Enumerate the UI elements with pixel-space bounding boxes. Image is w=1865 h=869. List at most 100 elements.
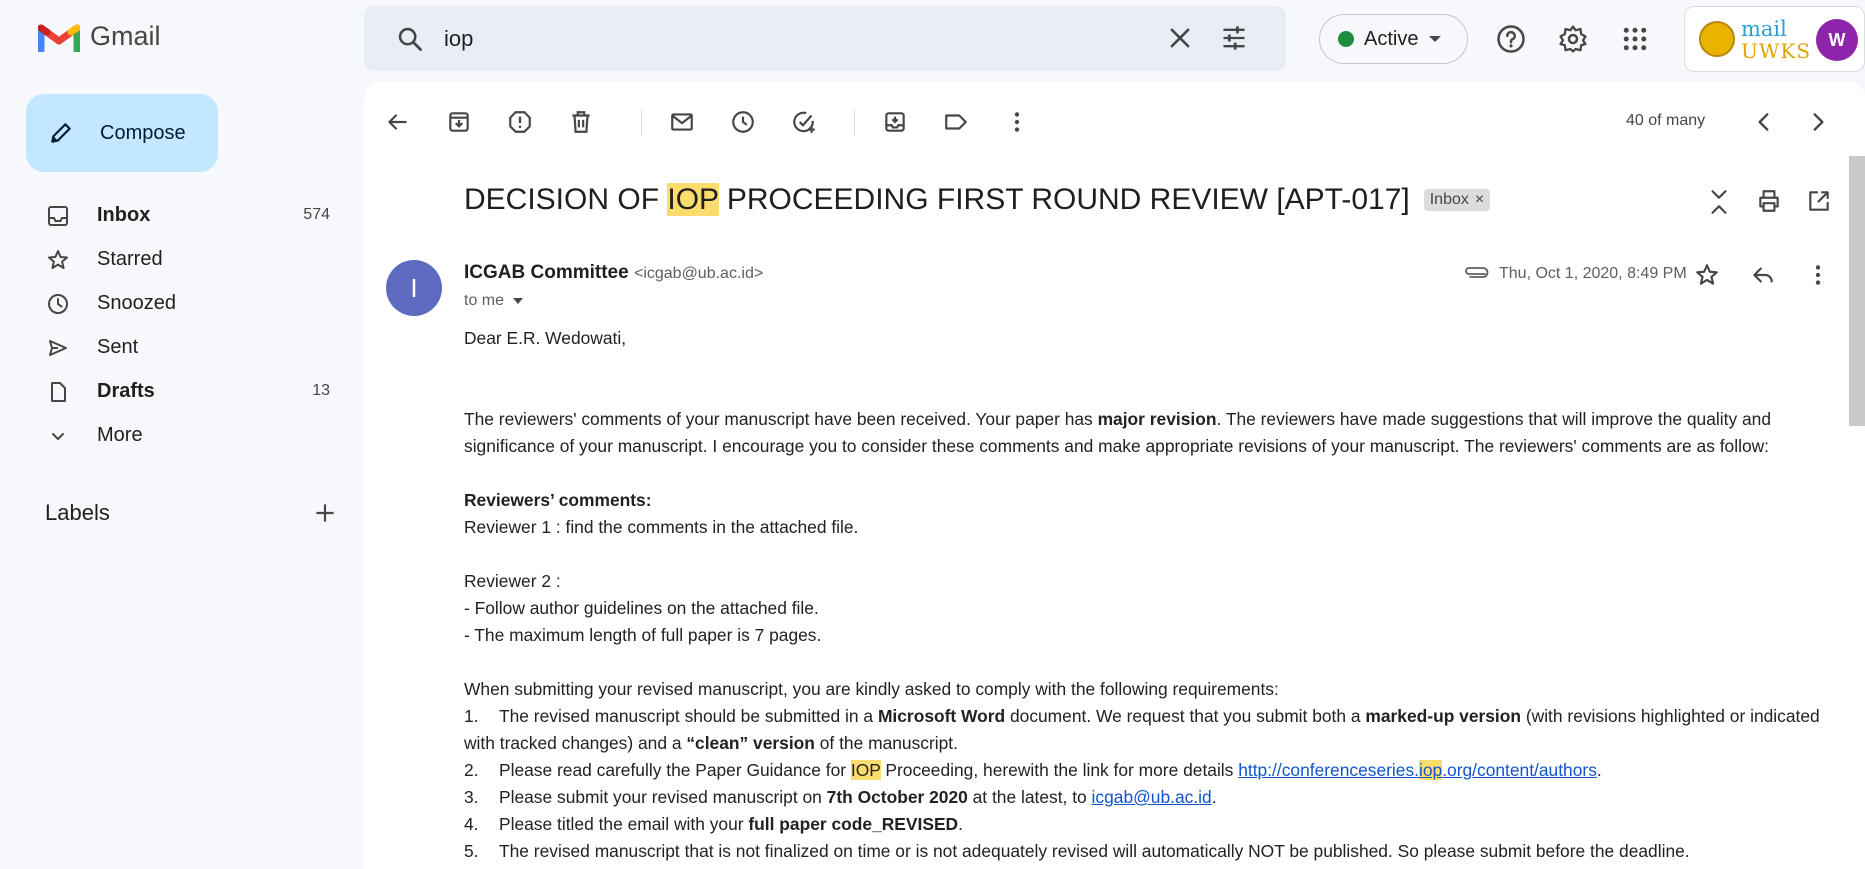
- search-options-icon[interactable]: [1220, 24, 1248, 52]
- unread-count: 574: [303, 206, 330, 223]
- more-vert-icon[interactable]: [1004, 109, 1030, 135]
- text: .: [1211, 787, 1217, 807]
- text: .: [1596, 760, 1602, 780]
- reviewer-1-comment: Reviewer 1 : find the comments in the at…: [464, 517, 859, 537]
- link-text: .org/content/authors: [1442, 760, 1597, 780]
- reviewer-2-point: - Follow author guidelines on the attach…: [464, 598, 819, 618]
- requirement-item: 5. The revised manuscript that is not fin…: [464, 838, 1844, 865]
- help-icon[interactable]: [1496, 24, 1526, 54]
- sender-name[interactable]: ICGAB Committee: [464, 262, 629, 283]
- delete-icon[interactable]: [568, 109, 594, 135]
- paragraph-1: The reviewers' comments of your manuscri…: [464, 406, 1844, 460]
- text: document. We request that you submit bot…: [1005, 706, 1366, 726]
- labels-heading: Labels: [45, 500, 110, 525]
- label-icon[interactable]: [943, 109, 969, 135]
- text: The revised manuscript should be submitt…: [499, 706, 878, 726]
- search-input[interactable]: iop: [444, 26, 473, 52]
- app-name: Gmail: [90, 20, 161, 51]
- apps-grid-icon[interactable]: [1620, 24, 1650, 54]
- open-new-window-icon[interactable]: [1806, 188, 1832, 214]
- attachment-icon: [1465, 267, 1489, 278]
- status-selector[interactable]: Active: [1319, 14, 1468, 64]
- compose-button[interactable]: Compose: [26, 94, 218, 172]
- subject-highlight: IOP: [667, 183, 719, 216]
- sidebar-item-sent[interactable]: Sent: [10, 326, 340, 370]
- brand-line-1: mail: [1741, 17, 1787, 41]
- label-chip-text: Inbox: [1429, 191, 1469, 208]
- sidebar-item-inbox[interactable]: Inbox 574: [10, 194, 340, 238]
- email-meta: Thu, Oct 1, 2020, 8:49 PM: [1463, 265, 1687, 283]
- sidebar-item-drafts[interactable]: Drafts 13: [10, 370, 340, 414]
- greeting: Dear E.R. Wedowati,: [464, 328, 627, 348]
- collapse-all-icon[interactable]: [1706, 188, 1732, 216]
- sidebar-item-starred[interactable]: Starred: [10, 238, 340, 282]
- seal-icon: [1699, 21, 1735, 57]
- bold-text: “clean” version: [686, 733, 815, 753]
- add-label-icon[interactable]: [312, 500, 338, 526]
- sender-address: <icgab@ub.ac.id>: [633, 265, 764, 282]
- settings-icon[interactable]: [1558, 24, 1588, 54]
- search-bar[interactable]: iop: [364, 6, 1286, 71]
- requirement-item: 4. Please titled the email with your full…: [464, 811, 1844, 838]
- chevron-down-icon: [52, 433, 64, 440]
- chevron-right-icon[interactable]: [1805, 109, 1831, 135]
- subject-text: DECISION OF: [464, 183, 668, 216]
- sidebar-item-snoozed[interactable]: Snoozed: [10, 282, 340, 326]
- scrollbar-thumb[interactable]: [1849, 156, 1865, 426]
- gmail-window: Gmail iop Active mail UWKS W Compose Inb…: [10, 6, 1865, 869]
- guidance-link[interactable]: http://conferenceseries.iop.org/content/…: [1238, 760, 1597, 780]
- email-date: Thu, Oct 1, 2020, 8:49 PM: [1499, 265, 1687, 282]
- snooze-icon[interactable]: [730, 109, 756, 135]
- more-vert-icon[interactable]: [1805, 262, 1831, 288]
- pencil-icon: [51, 123, 71, 143]
- move-to-icon[interactable]: [882, 109, 908, 135]
- item-number: 4.: [464, 814, 479, 834]
- star-icon[interactable]: [1694, 262, 1720, 288]
- bold-text: 7th October 2020: [826, 787, 968, 807]
- mark-unread-icon[interactable]: [669, 109, 695, 135]
- remove-label-icon[interactable]: ×: [1475, 191, 1484, 209]
- add-task-icon[interactable]: [791, 109, 817, 135]
- sidebar-item-label: Starred: [97, 248, 163, 270]
- email-body: Dear E.R. Wedowati, The reviewers' comme…: [464, 325, 1844, 865]
- report-spam-icon[interactable]: [507, 109, 533, 135]
- reviewer-2-point: - The maximum length of full paper is 7 …: [464, 625, 822, 645]
- gmail-logo[interactable]: Gmail: [38, 20, 161, 52]
- recipient-line[interactable]: to me: [464, 292, 524, 310]
- requirement-item: 2. Please read carefully the Paper Guidan…: [464, 757, 1844, 784]
- item-number: 5.: [464, 841, 479, 861]
- compose-label: Compose: [100, 121, 186, 144]
- close-icon[interactable]: [1166, 24, 1194, 52]
- toolbar-divider: [641, 110, 642, 136]
- text: .: [958, 814, 963, 834]
- sidebar-item-more[interactable]: More: [10, 414, 340, 458]
- item-number: 2.: [464, 760, 479, 780]
- requirement-item: 3. Please submit your revised manuscript …: [464, 784, 1844, 811]
- text: Please submit your revised manuscript on: [499, 787, 827, 807]
- email-link[interactable]: icgab@ub.ac.id: [1092, 787, 1212, 807]
- subject-text: PROCEEDING FIRST ROUND REVIEW [APT-017]: [718, 183, 1410, 216]
- search-icon[interactable]: [396, 25, 424, 53]
- recipient-text: to me: [464, 292, 505, 309]
- search-highlight: IOP: [850, 760, 881, 780]
- text: of the manuscript.: [814, 733, 958, 753]
- archive-icon[interactable]: [446, 109, 472, 135]
- reply-icon[interactable]: [1750, 262, 1776, 288]
- bold-text: Reviewers’ comments:: [464, 490, 652, 510]
- print-icon[interactable]: [1756, 188, 1782, 214]
- bold-text: Microsoft Word: [877, 706, 1006, 726]
- sender-avatar[interactable]: I: [386, 260, 442, 316]
- label-chip-inbox[interactable]: Inbox ×: [1423, 189, 1491, 211]
- reviewer-2-heading: Reviewer 2 :: [464, 571, 561, 591]
- chevron-left-icon[interactable]: [1751, 109, 1777, 135]
- back-arrow-icon[interactable]: [384, 109, 410, 135]
- search-highlight: iop: [1418, 760, 1443, 780]
- status-dot: [1338, 31, 1354, 47]
- item-number: 1.: [464, 706, 479, 726]
- caret-down-icon[interactable]: [512, 297, 524, 305]
- account-avatar[interactable]: W: [1816, 19, 1858, 61]
- sidebar-item-label: Snoozed: [97, 292, 176, 314]
- brand-line-2: UWKS: [1741, 39, 1812, 63]
- send-icon: [49, 340, 67, 356]
- item-number: 3.: [464, 787, 479, 807]
